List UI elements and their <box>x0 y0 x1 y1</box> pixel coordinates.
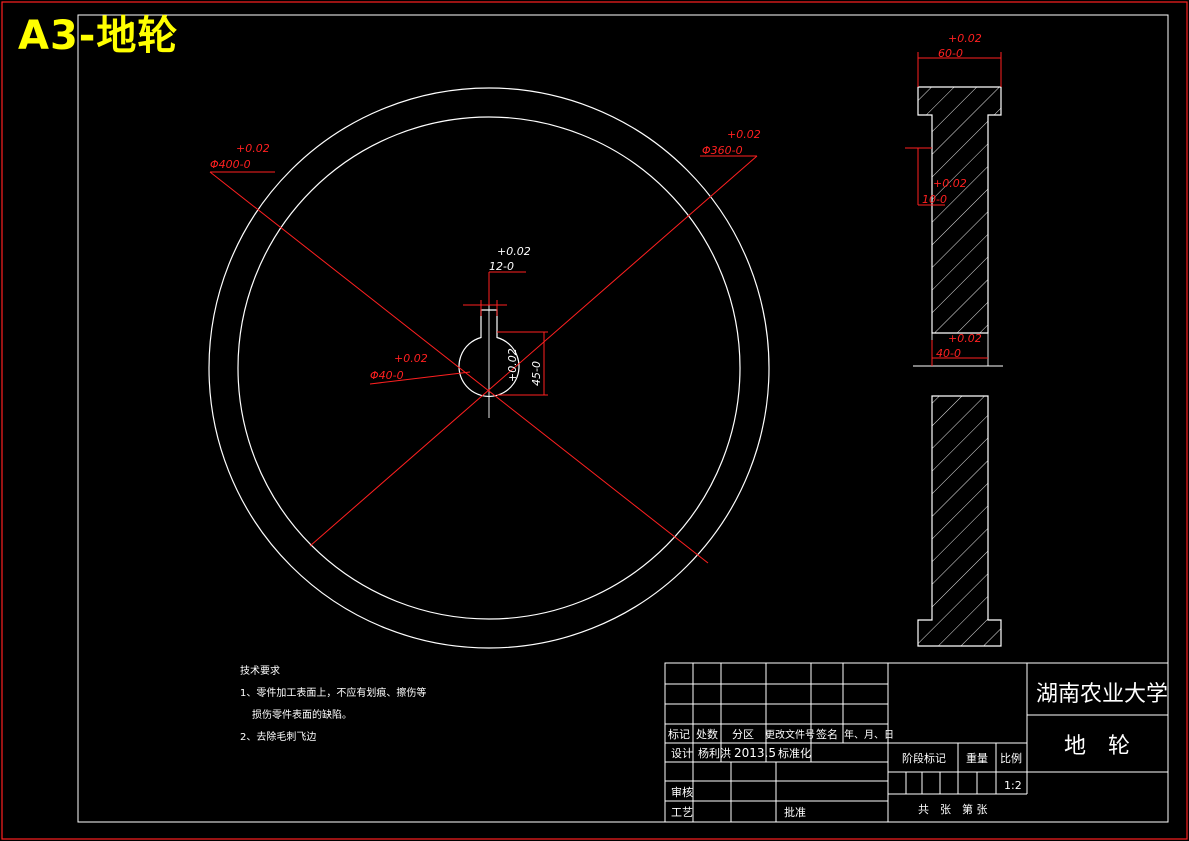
part-name: 地 轮 <box>1064 734 1130 759</box>
rev-header-0: 标记 <box>668 727 690 741</box>
drawing-banner: A3-地轮 <box>18 13 179 59</box>
sheets-label: 共 张 第 张 <box>918 802 988 816</box>
rev-header-1: 处数 <box>696 728 718 741</box>
dim-line-outer <box>209 171 709 564</box>
scale-label: 比例 <box>1000 751 1022 765</box>
weight-label: 重量 <box>966 751 988 765</box>
university-name: 湖南农业大学 <box>1036 682 1168 707</box>
rev-header-3: 更改文件号 <box>765 728 815 741</box>
dim-bore-tol: +0.02 <box>394 352 428 365</box>
dim-outer-value: Φ400-0 <box>210 158 251 171</box>
notes-line-3: 2、去除毛刺飞边 <box>240 730 316 743</box>
dim-width-tol: +0.02 <box>948 32 982 45</box>
design-label: 设计 <box>671 747 693 760</box>
section-lower <box>917 395 1002 647</box>
dim-hub-tol: +0.02 <box>948 332 982 345</box>
dim-key-depth-tol: +0.02 <box>506 348 519 382</box>
dim-web-tol: +0.02 <box>933 177 967 190</box>
section-upper <box>917 86 1002 334</box>
dim-rim-tol: +0.02 <box>727 128 761 141</box>
rev-header-4: 签名 <box>816 727 838 741</box>
dim-width-value: 60-0 <box>938 47 963 60</box>
inner-frame <box>77 14 1169 823</box>
cad-drawing: +0.02 Φ400-0 +0.02 Φ360-0 +0.02 12-0 +0.… <box>1 1 1188 840</box>
outer-border <box>1 1 1188 840</box>
approve-label: 批准 <box>784 805 806 819</box>
stage-label: 阶段标记 <box>902 751 946 765</box>
notes-line-1: 1、零件加工表面上，不应有划痕、擦伤等 <box>240 686 426 699</box>
review-label: 审核 <box>671 785 693 799</box>
designer: 杨利洪 <box>698 746 731 760</box>
front-view <box>208 87 770 649</box>
dim-key-width-tol: +0.02 <box>497 245 531 258</box>
dim-bore-value: Φ40-0 <box>370 369 404 382</box>
dim-key-depth-value: 45-0 <box>530 361 543 386</box>
scale-value: 1:2 <box>1004 779 1022 792</box>
dim-key-width-value: 12-0 <box>489 260 514 273</box>
dim-line-rim <box>309 155 758 547</box>
dim-rim-value: Φ360-0 <box>702 144 743 157</box>
notes-line-2: 损伤零件表面的缺陷。 <box>252 708 352 721</box>
dim-web-value: 10-0 <box>922 193 947 206</box>
dim-outer-tol: +0.02 <box>236 142 270 155</box>
rev-header-2: 分区 <box>732 728 754 741</box>
dim-hub-value: 40-0 <box>936 347 961 360</box>
process-label: 工艺 <box>671 806 693 819</box>
standard-label: 标准化 <box>778 746 811 760</box>
notes-title: 技术要求 <box>240 664 280 677</box>
rev-header-5: 年、月、日 <box>844 728 894 741</box>
design-date: 2013.5 <box>734 746 776 760</box>
